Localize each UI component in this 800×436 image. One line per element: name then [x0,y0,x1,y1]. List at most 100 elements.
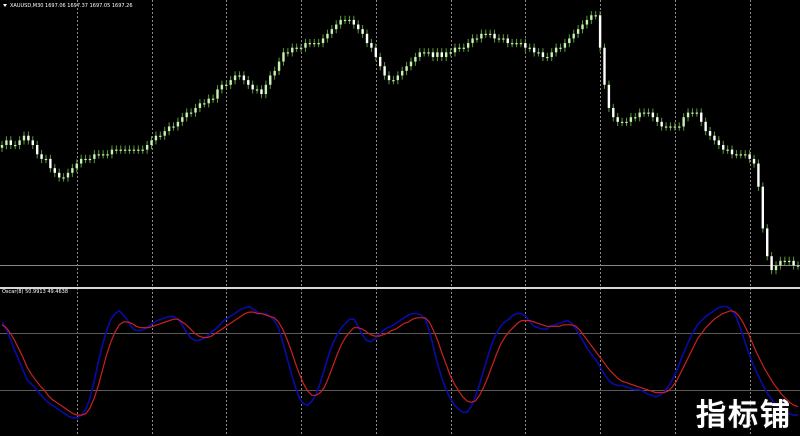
candle-body [519,43,523,45]
candle-body [75,163,78,169]
candle-body [57,172,61,178]
candle-body [299,47,303,49]
candle-body [634,117,637,119]
candle-body [788,260,791,263]
candle-body [343,19,347,22]
candle-body [528,47,531,49]
dropdown-triangle-icon [3,4,7,7]
candle-body [145,145,149,150]
candle-body [71,168,74,173]
candle-body [405,66,408,71]
candle-body [374,47,378,57]
candle-body [466,43,470,48]
candle-body [717,140,721,145]
candle-body [379,56,382,67]
candle-body [488,33,492,35]
candle-body [550,52,553,57]
candle-body [678,126,681,128]
candle-body [308,43,312,45]
candle-body [774,265,778,271]
candle-body [554,47,558,53]
indicator-label: Oscar(8) 50.9913 49.4638 [2,289,69,295]
candle-body [559,47,562,49]
candle-body [141,149,144,151]
candle-body [638,112,641,118]
candle-body [427,52,430,54]
candle-body [9,140,12,145]
candle-body [620,121,624,124]
candle-body [546,56,549,59]
candle-body [585,19,589,25]
watermark-logo: 指标铺 [696,398,792,433]
candle-body [291,47,294,53]
candle-body [220,84,224,90]
candle-body [97,154,100,156]
candle-body [361,29,364,34]
candle-body [357,24,360,30]
candle-body [176,121,180,127]
candle-body [796,265,800,267]
candle-body [695,112,699,114]
candle-body [686,112,690,118]
candle-body [216,89,219,99]
candle-body [238,75,241,77]
candle-body [541,52,545,57]
candle-body [770,256,773,271]
candle-body [31,140,34,145]
candle-body [400,70,404,76]
candle-body [651,112,655,118]
candle-body [321,38,325,44]
candle-body [708,131,712,136]
candle-body [264,84,268,95]
candle-body [150,140,153,145]
candle-body [115,149,118,151]
candle-body [229,80,232,85]
candle-body [110,149,114,155]
candle-body [722,145,725,150]
candle-body [647,112,650,114]
candle-body [335,24,338,30]
candle-body [225,84,228,86]
candle-body [642,112,646,114]
candle-body [590,15,593,20]
candle-body [484,33,487,35]
candle-body [106,154,109,156]
candle-body [27,135,30,141]
candle-body [431,52,435,57]
candle-body [532,47,536,53]
candle-body [352,19,356,25]
candle-body [656,117,659,122]
candle-body [748,154,751,159]
candle-body [286,52,290,54]
candle-body [453,47,457,53]
candle-body [440,52,443,57]
candle-body [317,43,320,45]
candle-body [66,172,70,178]
candle-body [247,80,250,85]
candle-body [370,43,373,48]
candle-body [739,154,743,156]
candle-body [387,75,391,81]
candle-body [172,126,175,128]
candle-body [713,135,716,141]
candle-body [783,260,787,263]
candle-body [594,15,597,17]
candle-body [792,260,795,266]
candle-body [462,47,465,49]
candle-body [211,98,215,100]
candle-body [607,84,611,108]
candle-body [458,47,461,49]
candle-body [185,112,188,118]
candle-body [84,158,87,161]
candle-body [273,70,276,76]
chart-background [0,0,800,436]
candle-body [154,135,158,141]
candle-body [13,145,17,147]
candle-body [691,112,694,114]
candle-body [436,52,439,57]
candle-body [396,75,400,81]
candle-body [422,52,426,54]
candle-body [766,228,769,257]
candle-body [304,43,307,48]
candle-body [35,145,39,155]
